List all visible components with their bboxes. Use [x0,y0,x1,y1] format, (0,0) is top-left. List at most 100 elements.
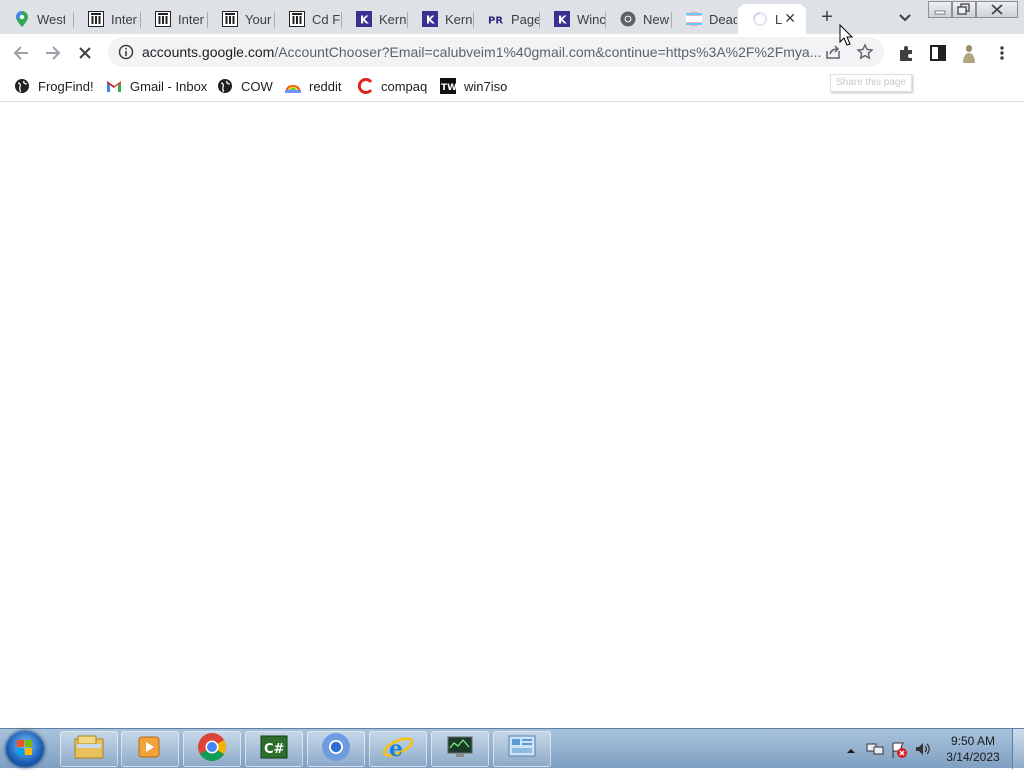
tab-2[interactable]: Inter [74,4,141,34]
tab-title: Inter [178,11,205,27]
back-arrow-icon[interactable] [10,42,32,64]
star-icon[interactable] [856,43,874,66]
tab-title: Kern [379,11,407,27]
file-explorer-icon [74,734,104,765]
tab-4[interactable]: Your [208,4,275,34]
tab-10[interactable]: New [606,4,672,34]
url-text[interactable]: accounts.google.com/AccountChooser?Email… [142,44,822,60]
url-host: accounts.google.com [142,44,275,60]
bookmark-label: win7iso [464,78,508,94]
svg-text:PR: PR [488,16,503,27]
monitor-app-icon [445,734,475,765]
browser-toolbar: accounts.google.com/AccountChooser?Email… [0,34,1024,70]
close-icon[interactable]: ✕ [784,10,796,27]
tab-title: Deac [709,11,737,27]
tab-3[interactable]: Inter [141,4,208,34]
mouse-cursor-icon [839,23,854,51]
gmail-icon [106,78,122,94]
address-bar[interactable]: accounts.google.com/AccountChooser?Email… [108,37,884,67]
bookmark-win7iso[interactable]: TW win7iso [440,76,507,96]
forward-arrow-icon[interactable] [42,42,64,64]
tab-5[interactable]: Cd F [275,4,342,34]
compaq-icon [357,78,373,94]
bookmark-compaq[interactable]: compaq [357,76,427,96]
avatar[interactable] [958,42,980,64]
tab-title: Winc [577,11,605,27]
start-button[interactable] [6,731,44,767]
side-panel-icon[interactable] [927,42,949,64]
taskbar-csharp-app[interactable]: C# [245,731,303,767]
network-icon[interactable] [866,741,884,762]
tab-7[interactable]: K Kern [408,4,474,34]
system-clock[interactable]: 9:50 AM 3/14/2023 [940,733,1006,765]
show-hidden-icons-icon[interactable] [846,743,856,761]
clock-time: 9:50 AM [950,734,996,748]
svg-text:K: K [558,14,567,27]
bookmark-label: reddit [309,78,342,94]
taskbar-chromium[interactable] [307,731,365,767]
globe-icon [217,78,233,94]
new-tab-button[interactable]: + [816,6,838,28]
tab-9[interactable]: K Winc [540,4,606,34]
csharp-icon: C# [259,734,289,765]
minimize-button[interactable] [928,1,952,18]
tab-title: New [643,11,670,27]
taskbar-monitor-app[interactable] [431,731,489,767]
chrome-icon [197,732,227,767]
globe-icon [14,78,30,94]
tab-title: Your [245,11,272,27]
taskbar-internet-explorer[interactable]: e [369,731,427,767]
tab-title: West [37,11,65,27]
show-desktop-button[interactable] [1012,729,1024,769]
restore-button[interactable] [952,1,976,18]
internet-explorer-icon: e [382,732,414,767]
clock-date: 3/14/2023 [946,750,1000,764]
tab-12-active[interactable]: L ✕ [738,4,806,34]
flag-icon [686,11,702,27]
taskbar-media-player[interactable] [121,731,179,767]
tab-6[interactable]: K Kern [342,4,408,34]
maps-pin-icon [14,11,30,27]
tab-title: Page [511,11,539,27]
extensions-icon[interactable] [895,42,917,64]
media-player-icon [136,734,164,765]
close-window-button[interactable] [976,1,1018,18]
archive-icon [222,11,238,27]
chrome-icon [620,11,636,27]
taskbar-control-panel[interactable] [493,731,551,767]
k-logo-icon: K [422,11,438,27]
tab-8[interactable]: PR Page [474,4,540,34]
tab-11[interactable]: Deac [672,4,738,34]
svg-text:e: e [389,736,403,762]
page-content [0,103,1024,728]
archive-icon [88,11,104,27]
action-center-flag-icon[interactable] [890,741,908,764]
volume-icon[interactable] [914,741,932,762]
svg-text:K: K [360,14,369,27]
tw-icon: TW [440,78,456,94]
archive-icon [155,11,171,27]
reddit-icon [285,78,301,94]
info-icon[interactable] [118,44,134,65]
bookmark-frogfind[interactable]: FrogFind! [14,76,94,96]
tab-title: Inter [111,11,138,27]
taskbar-chrome[interactable] [183,731,241,767]
svg-text:K: K [426,14,435,27]
bookmark-cow[interactable]: COW [217,76,273,96]
pr-logo-icon: PR [488,11,504,27]
bookmark-label: COW [241,78,273,94]
bookmark-reddit[interactable]: reddit [285,76,342,96]
loading-spinner-icon [752,11,768,27]
taskbar-file-explorer[interactable] [60,731,118,767]
chevron-down-icon[interactable] [896,8,914,26]
bookmark-gmail[interactable]: Gmail - Inbox [106,76,207,96]
bookmark-label: Gmail - Inbox [130,78,208,94]
svg-text:TW: TW [441,83,456,93]
taskbar: C# e 9:50 AM 3/14/2023 [0,728,1024,769]
k-logo-icon: K [356,11,372,27]
tab-1[interactable]: West [0,4,74,34]
archive-icon [289,11,305,27]
stop-loading-icon[interactable] [74,42,96,64]
tab-title: Kern [445,11,473,27]
more-menu-icon[interactable] [991,42,1013,64]
